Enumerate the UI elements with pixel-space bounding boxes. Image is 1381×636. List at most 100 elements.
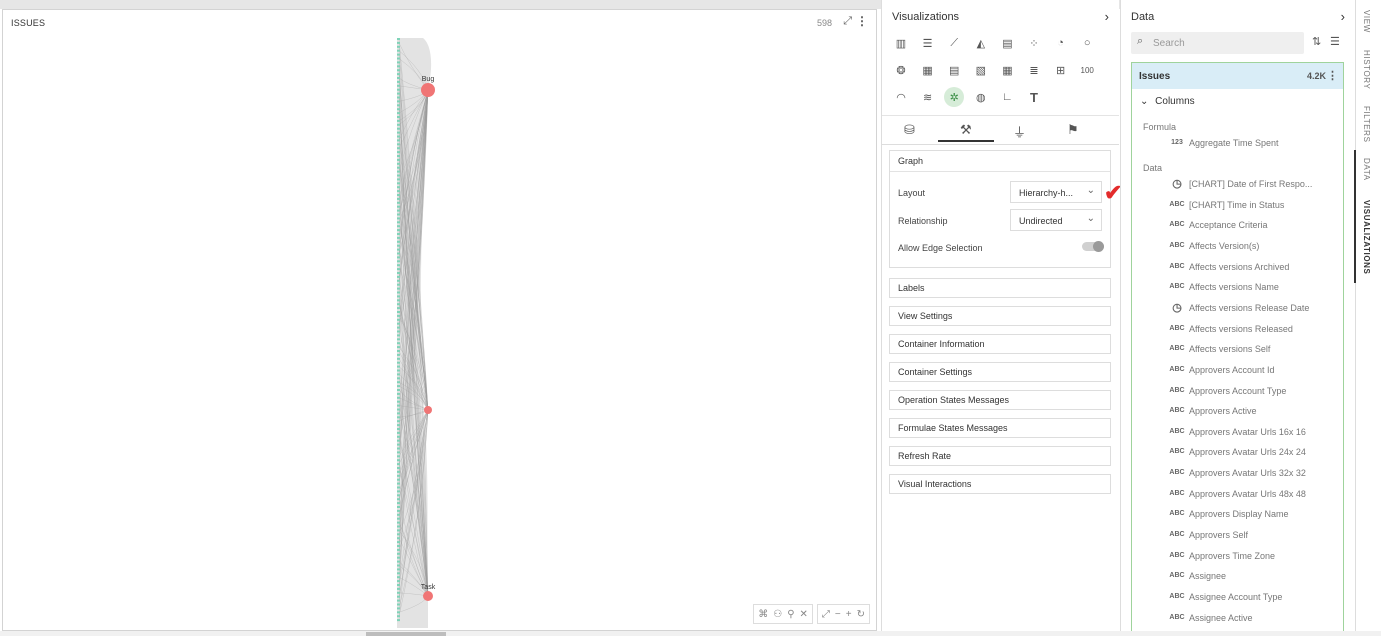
side-tab-view[interactable]: VIEW <box>1362 10 1371 33</box>
format-section[interactable]: Container Settings <box>889 362 1111 382</box>
bottom-scrollbar[interactable] <box>0 631 1381 636</box>
data-field[interactable]: ABC [CHART] Time in Status <box>1143 200 1333 216</box>
sankey-icon[interactable]: ≋ <box>918 87 938 107</box>
network-graph-icon[interactable]: ✲ <box>944 87 965 107</box>
palette-icon[interactable]: ⚑ <box>1067 122 1079 138</box>
leaf-node <box>397 513 400 516</box>
leaf-node <box>397 147 400 150</box>
chevron-right-icon[interactable]: › <box>1341 9 1345 24</box>
side-tab-data[interactable]: DATA <box>1362 158 1371 181</box>
data-field[interactable]: ABC Approvers Time Zone <box>1143 551 1333 567</box>
unpin-icon[interactable]: ✕ <box>800 609 808 620</box>
stacked-column-icon[interactable]: ▤ <box>997 33 1017 53</box>
format-section[interactable]: Labels <box>889 278 1111 298</box>
reset-icon[interactable]: ↻ <box>857 609 865 620</box>
field-name: Affects versions Release Date <box>1189 302 1310 313</box>
list-options-icon[interactable]: ☰ <box>1330 35 1340 48</box>
scatter-icon[interactable]: ⁘ <box>1024 33 1044 53</box>
format-section[interactable]: Refresh Rate <box>889 446 1111 466</box>
graph-section-title: Graph <box>898 156 924 166</box>
format-section[interactable]: Container Information <box>889 334 1111 354</box>
data-field[interactable]: ABC Approvers Account Id <box>1143 365 1333 381</box>
chevron-right-icon[interactable]: › <box>1105 9 1109 24</box>
graph-tree-icon[interactable]: ⚇ <box>773 609 782 620</box>
graph-node <box>424 406 432 414</box>
data-field[interactable]: ABC Approvers Avatar Urls 32x 32 <box>1143 468 1333 484</box>
tiles-icon[interactable]: ⊞ <box>1051 60 1071 80</box>
pivot-icon[interactable]: ▦ <box>918 60 938 80</box>
pie-icon[interactable]: ◔ <box>1051 33 1071 53</box>
leaf-node <box>397 65 400 68</box>
data-field[interactable]: ABC Approvers Self <box>1143 530 1333 546</box>
data-field[interactable]: ABC Affects versions Released <box>1143 324 1333 340</box>
data-field[interactable]: ABC Assignee <box>1143 571 1333 587</box>
data-field[interactable]: ◷ [CHART] Date of First Respo... <box>1143 178 1333 195</box>
search-input[interactable]: ⌕ Search <box>1131 32 1304 54</box>
bar-chart-icon[interactable]: ☰ <box>918 33 938 53</box>
leaf-node <box>397 412 400 415</box>
layout-label: Layout <box>898 188 926 198</box>
line-chart-icon[interactable]: ⟋ <box>944 33 964 53</box>
format-section[interactable]: Formulae States Messages <box>889 418 1111 438</box>
column-chart-icon[interactable]: ▥ <box>891 33 911 53</box>
data-field[interactable]: ABC Approvers Avatar Urls 16x 16 <box>1143 427 1333 443</box>
format-paint-icon[interactable]: ⚒ <box>960 122 972 138</box>
formula-field[interactable]: 123 Aggregate Time Spent <box>1143 138 1333 154</box>
leaf-node <box>397 591 400 594</box>
axis-icon[interactable]: ∟ <box>997 87 1017 107</box>
kpi-100-icon[interactable]: 100 <box>1077 60 1097 80</box>
text-type-icon: ABC <box>1169 283 1185 291</box>
crosstab-icon[interactable]: ▧ <box>971 60 991 80</box>
data-field[interactable]: ABC Affects versions Name <box>1143 282 1333 298</box>
format-section[interactable]: View Settings <box>889 306 1111 326</box>
side-tab-filters[interactable]: FILTERS <box>1362 106 1371 143</box>
format-section-label: Container Settings <box>898 367 973 377</box>
data-field[interactable]: ABC Approvers Display Name <box>1143 509 1333 525</box>
expand-icon[interactable]: ⤢ <box>843 15 852 28</box>
data-field[interactable]: ABC Approvers Avatar Urls 24x 24 <box>1143 447 1333 463</box>
data-field[interactable]: ABC Approvers Account Type <box>1143 386 1333 402</box>
visualizations-panel: Visualizations › ▥ ☰ ⟋ ◭ ▤ ⁘ ◔ ○ ❂ ▦ ▤ ▧ ▦ ≣ ⊞ 100 ◠ ≋ ✲ ◍ ∟… <box>881 0 1119 636</box>
grid-icon[interactable]: ▦ <box>997 60 1017 80</box>
format-section[interactable]: Visual Interactions <box>889 474 1111 494</box>
side-tab-history[interactable]: HISTORY <box>1362 50 1371 89</box>
pin-icon[interactable]: ⚲ <box>787 609 794 620</box>
data-field[interactable]: ABC Assignee Active <box>1143 613 1333 629</box>
data-field[interactable]: ABC Approvers Active <box>1143 406 1333 422</box>
table-icon[interactable]: ▤ <box>944 60 964 80</box>
relationship-select[interactable]: Undirected ⌄ <box>1010 209 1102 231</box>
data-field[interactable]: ABC Affects Version(s) <box>1143 241 1333 257</box>
scrollbar-thumb[interactable] <box>366 632 446 636</box>
data-field[interactable]: ABC Acceptance Criteria <box>1143 220 1333 236</box>
leaf-node <box>397 478 400 481</box>
side-tab-visualizations[interactable]: VISUALIZATIONS <box>1362 200 1371 274</box>
layout-select[interactable]: Hierarchy-h... ⌄ <box>1010 181 1102 203</box>
gauge-icon[interactable]: ◠ <box>891 87 911 107</box>
zoom-out-icon[interactable]: − <box>835 609 841 620</box>
data-field[interactable]: ABC Approvers Avatar Urls 48x 48 <box>1143 489 1333 505</box>
filter-icon[interactable]: ⏚ <box>1013 122 1026 141</box>
donut-icon[interactable]: ○ <box>1077 33 1097 53</box>
edge-selection-toggle[interactable] <box>1082 241 1104 252</box>
data-source-icon[interactable]: ⛁ <box>904 122 915 138</box>
columns-toggle[interactable]: ⌄ Columns <box>1140 96 1195 107</box>
more-vertical-icon[interactable]: ⋮ <box>1327 69 1338 82</box>
list-icon[interactable]: ≣ <box>1024 60 1044 80</box>
more-vertical-icon[interactable]: ⋮ <box>856 14 868 28</box>
bubble-icon[interactable]: ❂ <box>891 60 911 80</box>
graph-layout-icon[interactable]: ⌘ <box>758 609 768 620</box>
fit-to-screen-icon[interactable]: ⤢ <box>822 609 830 620</box>
data-field[interactable]: ABC Affects versions Archived <box>1143 262 1333 278</box>
graph-section-header[interactable]: Graph <box>890 151 1110 172</box>
data-field[interactable]: ABC Assignee Account Type <box>1143 592 1333 608</box>
data-field[interactable]: ◷ Affects versions Release Date <box>1143 302 1333 319</box>
network-graph[interactable]: Bug Task <box>395 38 455 628</box>
area-chart-icon[interactable]: ◭ <box>971 33 991 53</box>
globe-map-icon[interactable]: ◍ <box>971 87 991 107</box>
format-section[interactable]: Operation States Messages <box>889 390 1111 410</box>
sort-icon[interactable]: ⇅ <box>1312 35 1321 48</box>
data-field[interactable]: ABC Affects versions Self <box>1143 344 1333 360</box>
dataset-header[interactable]: Issues 4.2K ⋮ <box>1132 63 1343 89</box>
zoom-in-icon[interactable]: + <box>846 609 852 620</box>
text-icon[interactable]: T <box>1024 87 1044 107</box>
